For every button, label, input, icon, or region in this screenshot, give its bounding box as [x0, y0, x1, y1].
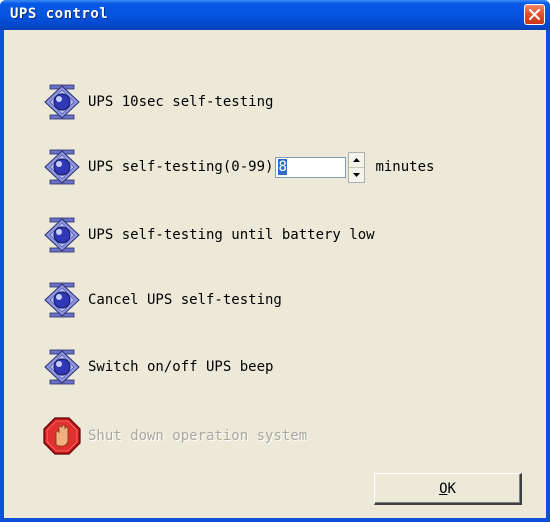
op-toggle-beep[interactable]: Switch on/off UPS beep: [42, 347, 273, 387]
title-bar[interactable]: UPS control: [0, 0, 550, 30]
self-test-icon[interactable]: [42, 347, 82, 387]
close-button[interactable]: [524, 4, 545, 25]
ok-button[interactable]: OK: [374, 473, 522, 505]
op-timed-self-test[interactable]: UPS self-testing(0-99) 8 minutes: [42, 147, 434, 187]
op-shutdown-os: Shut down operation system: [42, 416, 307, 456]
spin-down-button[interactable]: [349, 168, 364, 182]
window-title: UPS control: [10, 6, 109, 22]
ups-control-window: UPS control UPS 10sec self-testing UPS s…: [0, 0, 550, 522]
spin-buttons: [348, 151, 366, 183]
self-test-icon[interactable]: [42, 82, 82, 122]
duration-unit-label: minutes: [375, 159, 435, 175]
op-cancel-self-test[interactable]: Cancel UPS self-testing: [42, 280, 282, 320]
spin-up-icon: [353, 157, 361, 162]
ok-mnemonic: O: [439, 480, 448, 497]
self-test-icon[interactable]: [42, 215, 82, 255]
duration-input[interactable]: 8: [275, 156, 347, 178]
op-label: UPS self-testing(0-99): [88, 159, 274, 175]
spin-up-button[interactable]: [349, 153, 365, 168]
close-icon: [529, 9, 540, 20]
op-label: Switch on/off UPS beep: [88, 359, 274, 375]
duration-spinner: 8 minutes: [275, 151, 435, 183]
op-label: Shut down operation system: [88, 428, 308, 444]
dialog-client-area: UPS 10sec self-testing UPS self-testing(…: [4, 30, 546, 518]
op-10sec-self-test[interactable]: UPS 10sec self-testing: [42, 82, 273, 122]
op-label: UPS self-testing until battery low: [88, 227, 375, 243]
op-self-test-until-battery-low[interactable]: UPS self-testing until battery low: [42, 215, 375, 255]
spin-down-icon: [353, 172, 361, 177]
op-label: UPS 10sec self-testing: [88, 94, 274, 110]
ok-label-rest: K: [447, 480, 456, 497]
self-test-icon[interactable]: [42, 147, 82, 187]
stop-hand-icon: [43, 417, 81, 455]
op-label: Cancel UPS self-testing: [88, 292, 282, 308]
self-test-icon[interactable]: [42, 280, 82, 320]
